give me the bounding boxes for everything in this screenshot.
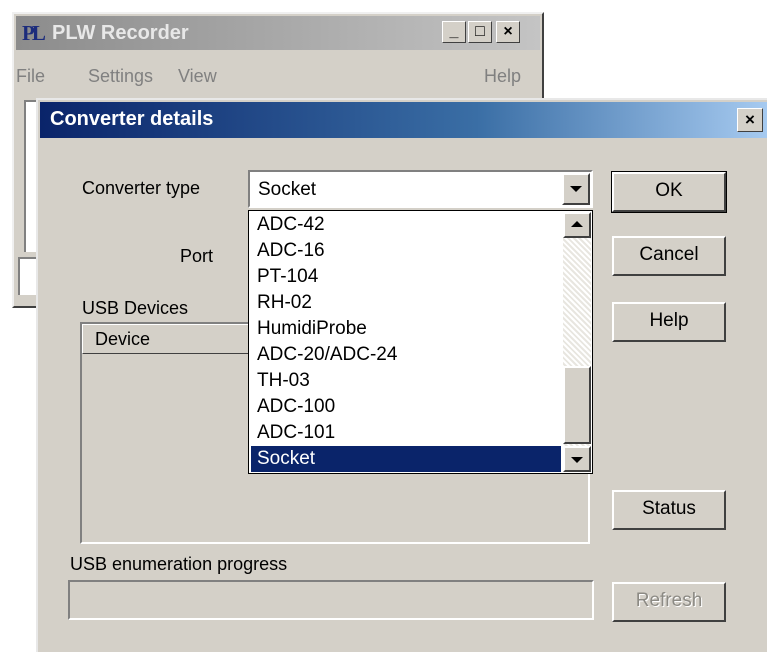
converter-type-label: Converter type	[82, 178, 201, 198]
dropdown-item[interactable]: ADC-100	[251, 394, 561, 420]
scroll-thumb[interactable]	[563, 366, 591, 444]
scroll-up-button[interactable]	[563, 212, 591, 238]
usb-enumeration-progress-bar	[68, 580, 594, 620]
dropdown-item[interactable]: ADC-42	[251, 212, 561, 238]
app-title: PLW Recorder	[52, 22, 189, 44]
converter-type-value: Socket	[258, 179, 317, 200]
refresh-button[interactable]: Refresh	[612, 582, 726, 622]
chevron-down-icon	[571, 457, 583, 463]
dropdown-item-selected[interactable]: Socket	[251, 446, 561, 472]
app-logo-icon: PL	[22, 21, 46, 45]
converter-details-dialog: Converter details × Converter type Socke…	[36, 98, 767, 652]
dropdown-item[interactable]: ADC-16	[251, 238, 561, 264]
maximize-button[interactable]: □	[468, 21, 492, 43]
dropdown-item[interactable]: ADC-101	[251, 420, 561, 446]
menu-file[interactable]: File	[16, 66, 45, 87]
chevron-up-icon	[571, 221, 583, 227]
dialog-close-button[interactable]: ×	[737, 108, 763, 132]
dialog-title: Converter details	[50, 108, 214, 130]
usb-devices-label: USB Devices	[82, 298, 189, 318]
dropdown-item[interactable]: ADC-20/ADC-24	[251, 342, 561, 368]
main-titlebar[interactable]: PL PLW Recorder _ □ ×	[16, 16, 540, 50]
ok-button[interactable]: OK	[611, 171, 727, 213]
dropdown-arrow-button[interactable]	[562, 173, 590, 205]
menu-settings[interactable]: Settings	[88, 66, 153, 87]
chevron-down-icon	[570, 186, 582, 192]
status-button[interactable]: Status	[612, 490, 726, 530]
dropdown-scrollbar[interactable]	[563, 212, 591, 472]
menu-help[interactable]: Help	[484, 66, 521, 87]
usb-progress-label: USB enumeration progress	[70, 554, 288, 574]
scroll-down-button[interactable]	[563, 446, 591, 472]
converter-type-select[interactable]: Socket	[248, 170, 593, 208]
dropdown-item[interactable]: PT-104	[251, 264, 561, 290]
help-button[interactable]: Help	[612, 302, 726, 342]
cancel-button[interactable]: Cancel	[612, 236, 726, 276]
dropdown-item[interactable]: HumidiProbe	[251, 316, 561, 342]
menu-view[interactable]: View	[178, 66, 217, 87]
close-button[interactable]: ×	[496, 21, 520, 43]
dropdown-item[interactable]: TH-03	[251, 368, 561, 394]
menu-bar: File Settings View Help	[16, 64, 540, 90]
dialog-titlebar[interactable]: Converter details ×	[40, 102, 767, 138]
port-label: Port	[180, 246, 214, 266]
dropdown-item[interactable]: RH-02	[251, 290, 561, 316]
minimize-button[interactable]: _	[442, 21, 466, 43]
converter-type-dropdown-list[interactable]: ADC-42 ADC-16 PT-104 RH-02 HumidiProbe A…	[248, 210, 593, 474]
